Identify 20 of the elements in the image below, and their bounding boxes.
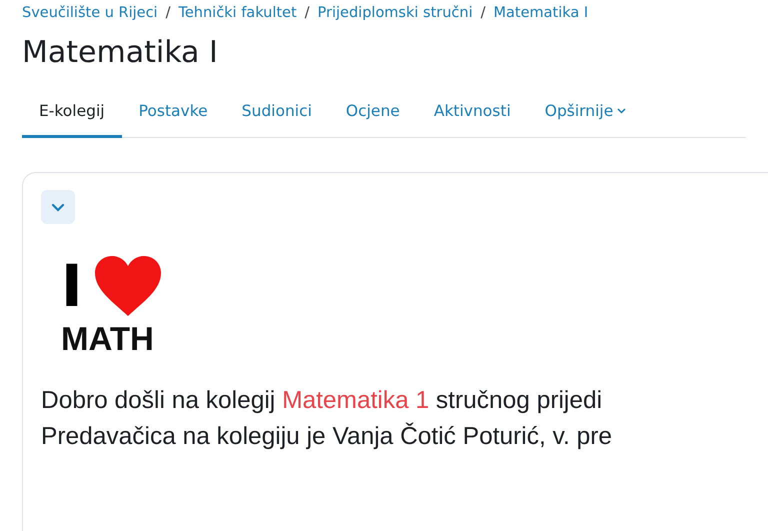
- logo-word: MATH: [61, 322, 154, 355]
- breadcrumb-separator: /: [304, 5, 310, 21]
- breadcrumb-link[interactable]: Tehnički fakultet: [178, 5, 297, 21]
- chevron-down-icon: [51, 202, 65, 212]
- breadcrumb-link[interactable]: Sveučilište u Rijeci: [22, 5, 158, 21]
- nav-tab[interactable]: Aktivnosti: [416, 90, 528, 138]
- nav-tab[interactable]: Postavke: [122, 90, 225, 138]
- logo-letter: I: [61, 257, 83, 315]
- nav-tab[interactable]: Ocjene: [328, 90, 417, 138]
- collapse-button[interactable]: [41, 190, 75, 224]
- breadcrumb-link[interactable]: Matematika I: [494, 5, 588, 21]
- page-title: Matematika I: [22, 35, 219, 70]
- breadcrumb-link[interactable]: Prijediplomski stručni: [318, 5, 473, 21]
- breadcrumb-separator: /: [480, 5, 486, 21]
- nav-tab[interactable]: Opširnije: [528, 90, 644, 138]
- nav-tab[interactable]: E-kolegij: [22, 90, 122, 138]
- heart-icon: [92, 254, 163, 318]
- welcome-paragraph: Dobro došli na kolegij Matematika 1 stručnog prijedi Predavačica na kolegiju je Vanja Čotić Poturić, v. pre: [41, 386, 614, 452]
- breadcrumb-separator: /: [166, 5, 170, 21]
- nav-tab[interactable]: Sudionici: [224, 90, 329, 138]
